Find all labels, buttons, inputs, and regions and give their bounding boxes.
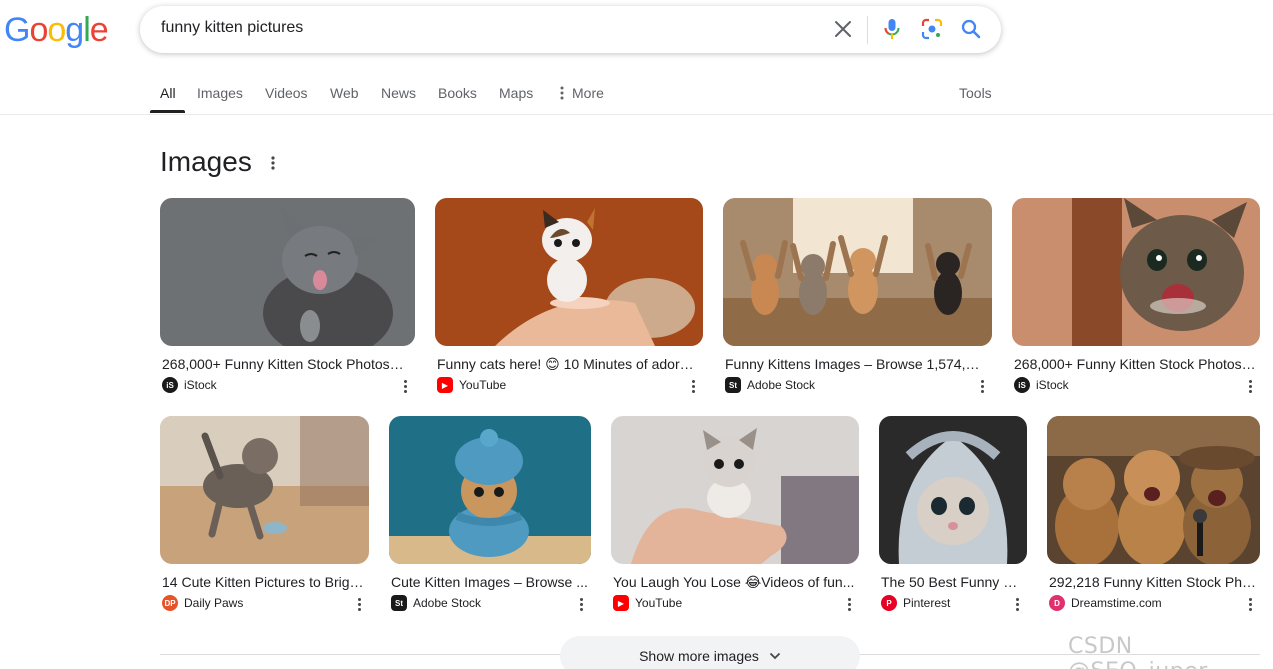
youtube-icon: ▶ [437, 377, 453, 393]
source-name: iStock [184, 378, 217, 392]
image-title[interactable]: 268,000+ Funny Kitten Stock Photos, ... [162, 356, 407, 372]
image-title[interactable]: 14 Cute Kitten Pictures to Brigh... [162, 574, 367, 590]
show-more-images-button[interactable]: Show more images [560, 636, 860, 669]
image-source[interactable]: St Adobe Stock [391, 595, 481, 611]
tab-more[interactable]: More [560, 85, 604, 101]
image-result[interactable]: 268,000+ Funny Kitten Stock Photos,... i… [1012, 198, 1260, 398]
dreamstime-icon: D [1049, 595, 1065, 611]
image-title[interactable]: You Laugh You Lose 😂Videos of fun... [613, 574, 857, 591]
image-title[interactable]: The 50 Best Funny Ki... [881, 574, 1025, 590]
tab-maps[interactable]: Maps [499, 85, 533, 101]
image-result[interactable]: 292,218 Funny Kitten Stock Phot... D Dre… [1047, 416, 1260, 616]
google-logo[interactable]: Google [4, 11, 109, 49]
logo-letter: o [29, 11, 48, 49]
more-vert-icon[interactable] [399, 378, 411, 394]
pinterest-icon: P [881, 595, 897, 611]
image-source[interactable]: P Pinterest [881, 595, 950, 611]
search-box[interactable]: funny kitten pictures [140, 6, 1001, 53]
microphone-icon[interactable] [880, 17, 904, 41]
more-vert-icon[interactable] [1244, 378, 1256, 394]
istock-icon: iS [1014, 377, 1030, 393]
more-vert-icon[interactable] [264, 154, 282, 172]
lens-icon[interactable] [920, 17, 944, 41]
logo-letter: g [65, 11, 84, 49]
image-result[interactable]: Cute Kitten Images – Browse ... St Adobe… [389, 416, 591, 616]
more-vert-icon[interactable] [687, 378, 699, 394]
tab-web[interactable]: Web [330, 85, 359, 101]
image-source[interactable]: DP Daily Paws [162, 595, 243, 611]
header-divider [0, 114, 1273, 115]
more-vert-icon[interactable] [1244, 596, 1256, 612]
image-result[interactable]: Funny cats here! 😊 10 Minutes of adora..… [435, 198, 703, 398]
image-result[interactable]: The 50 Best Funny Ki... P Pinterest [879, 416, 1027, 616]
source-name: Adobe Stock [413, 596, 482, 610]
kitten-thumbnail[interactable] [879, 416, 1027, 564]
more-vert-icon[interactable] [1011, 596, 1023, 612]
source-name: Pinterest [903, 596, 951, 610]
tab-videos[interactable]: Videos [265, 85, 308, 101]
image-title[interactable]: Cute Kitten Images – Browse ... [391, 574, 589, 590]
kitten-thumbnail[interactable] [1047, 416, 1260, 564]
image-title[interactable]: 268,000+ Funny Kitten Stock Photos,... [1014, 356, 1256, 372]
source-name: iStock [1036, 378, 1069, 392]
section-title: Images [160, 146, 252, 177]
kitten-thumbnail[interactable] [611, 416, 859, 564]
image-result[interactable]: You Laugh You Lose 😂Videos of fun... ▶ Y… [611, 416, 859, 616]
tab-all[interactable]: All [160, 85, 176, 101]
tab-books[interactable]: Books [438, 85, 477, 101]
image-source[interactable]: St Adobe Stock [725, 377, 815, 393]
image-title[interactable]: 292,218 Funny Kitten Stock Phot... [1049, 574, 1258, 590]
source-name: Dreamstime.com [1071, 596, 1162, 610]
image-source[interactable]: D Dreamstime.com [1049, 595, 1162, 611]
source-name: YouTube [635, 596, 683, 610]
image-result[interactable]: 268,000+ Funny Kitten Stock Photos, ... … [160, 198, 415, 398]
image-result[interactable]: 14 Cute Kitten Pictures to Brigh... DP D… [160, 416, 369, 616]
tools-button[interactable]: Tools [959, 85, 992, 101]
more-vert-icon[interactable] [575, 596, 587, 612]
more-vert-icon[interactable] [976, 378, 988, 394]
search-icon[interactable] [959, 17, 983, 41]
tab-images[interactable]: Images [197, 85, 243, 101]
daily-paws-icon: DP [162, 595, 178, 611]
image-result[interactable]: Funny Kittens Images – Browse 1,574,50..… [723, 198, 992, 398]
more-vert-icon [560, 86, 564, 100]
kitten-thumbnail[interactable] [1012, 198, 1260, 346]
search-divider [867, 16, 868, 44]
active-tab-indicator [150, 110, 185, 113]
logo-letter: o [47, 11, 66, 49]
close-icon[interactable] [831, 17, 855, 41]
tab-more-label: More [572, 85, 604, 101]
youtube-icon: ▶ [613, 595, 629, 611]
source-name: Adobe Stock [747, 378, 816, 392]
image-title[interactable]: Funny Kittens Images – Browse 1,574,50..… [725, 356, 987, 372]
source-name: YouTube [459, 378, 507, 392]
logo-letter: e [89, 11, 109, 49]
kitten-thumbnail[interactable] [723, 198, 992, 346]
image-source[interactable]: ▶ YouTube [613, 595, 682, 611]
kitten-thumbnail[interactable] [435, 198, 703, 346]
istock-icon: iS [162, 377, 178, 393]
show-more-label: Show more images [639, 648, 759, 664]
chevron-down-icon [769, 652, 781, 660]
image-source[interactable]: iS iStock [1014, 377, 1069, 393]
adobe-stock-icon: St [725, 377, 741, 393]
more-vert-icon[interactable] [353, 596, 365, 612]
image-source[interactable]: iS iStock [162, 377, 217, 393]
image-title[interactable]: Funny cats here! 😊 10 Minutes of adora..… [437, 356, 699, 373]
source-name: Daily Paws [184, 596, 244, 610]
logo-letter: G [4, 11, 30, 49]
watermark: CSDN @SEO_juper [1068, 634, 1207, 669]
kitten-thumbnail[interactable] [160, 416, 369, 564]
adobe-stock-icon: St [391, 595, 407, 611]
more-vert-icon[interactable] [843, 596, 855, 612]
kitten-thumbnail[interactable] [389, 416, 591, 564]
search-input[interactable]: funny kitten pictures [161, 19, 303, 37]
kitten-thumbnail[interactable] [160, 198, 415, 346]
tab-news[interactable]: News [381, 85, 416, 101]
image-source[interactable]: ▶ YouTube [437, 377, 506, 393]
